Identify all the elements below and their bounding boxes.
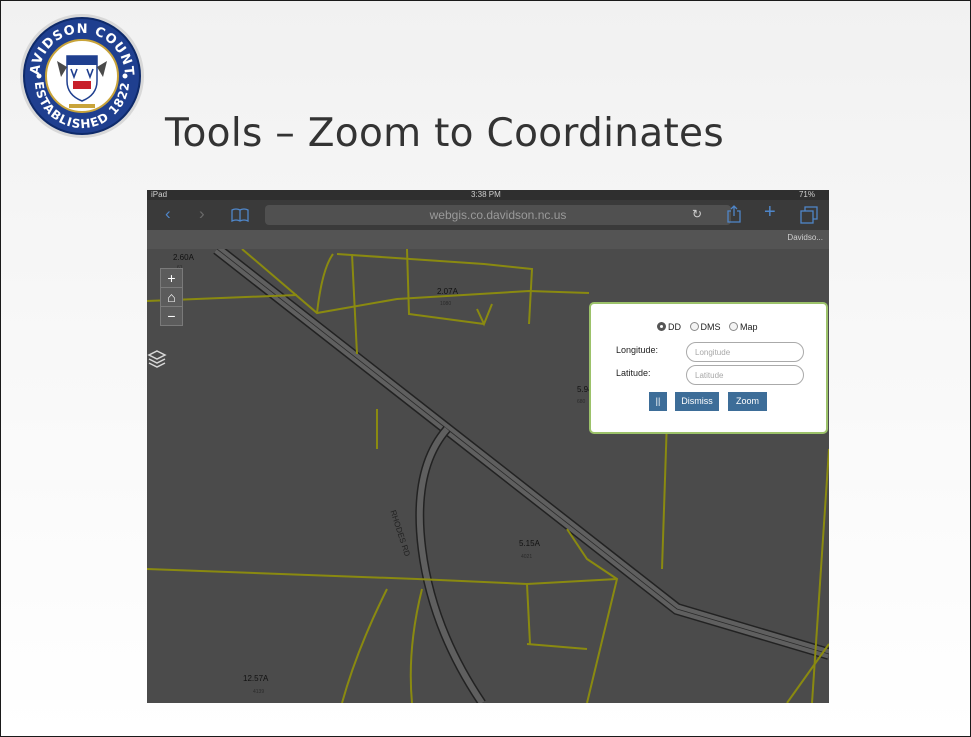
back-icon[interactable]: ‹ — [165, 204, 171, 224]
parcel-acreage: 2.60A — [173, 253, 194, 262]
zoom-button[interactable]: Zoom — [728, 392, 767, 411]
parcel-acreage: 2.07A — [437, 287, 458, 296]
radio-dd-label[interactable]: DD — [668, 322, 681, 332]
zoom-out-button[interactable]: − — [161, 307, 182, 325]
reload-icon[interactable]: ↻ — [692, 207, 702, 221]
home-button[interactable]: ⌂ — [161, 288, 182, 307]
county-seal-logo: DAVIDSON COUNTY ESTABLISHED 1822 — [17, 11, 144, 138]
tabs-icon[interactable] — [800, 206, 818, 224]
radio-dms[interactable] — [689, 322, 699, 332]
layers-icon[interactable] — [147, 349, 167, 369]
carrier-label: iPad — [151, 190, 168, 199]
clock-label: 3:38 PM — [471, 190, 501, 199]
parcel-acreage: 5.15A — [519, 539, 540, 548]
parcel-number: 1080 — [440, 301, 452, 307]
pause-button[interactable]: || — [649, 392, 667, 411]
radio-dms-label[interactable]: DMS — [701, 322, 721, 332]
latitude-label: Latitude: — [616, 368, 651, 378]
parcel-number: 4021 — [521, 554, 533, 560]
tab-strip: Davidso... — [147, 230, 829, 249]
ios-status-bar: iPad 3:38 PM 71% — [147, 190, 829, 200]
forward-icon[interactable]: › — [199, 204, 205, 224]
zoom-to-coordinates-dialog: DD DMS Map Longitude: Latitude: || Dismi… — [589, 302, 828, 434]
browser-tab[interactable]: Davidso... — [787, 233, 823, 242]
presentation-slide: DAVIDSON COUNTY ESTABLISHED 1822 Tools –… — [0, 0, 971, 737]
battery-label: 71% — [798, 190, 815, 199]
browser-toolbar: ‹ › webgis.co.davidson.nc.us ↻ + — [147, 200, 829, 230]
ipad-screenshot: iPad 3:38 PM 71% ‹ › webgis.co.davidson.… — [147, 190, 829, 703]
new-tab-icon[interactable]: + — [764, 202, 776, 222]
parcel-number: 4139 — [253, 689, 265, 695]
latitude-input[interactable] — [686, 365, 804, 385]
gis-map[interactable]: 2.60A 61 2.07A 1080 5.94 680 5.15A 4021 … — [147, 249, 829, 703]
radio-dd[interactable] — [657, 322, 666, 332]
parcel-number: 680 — [577, 399, 586, 405]
share-icon[interactable] — [727, 205, 741, 223]
coordinate-format-options: DD DMS Map — [657, 322, 764, 332]
url-text: webgis.co.davidson.nc.us — [429, 208, 567, 222]
radio-map[interactable] — [729, 322, 739, 332]
longitude-label: Longitude: — [616, 345, 659, 355]
slide-title: Tools – Zoom to Coordinates — [165, 111, 724, 156]
map-zoom-control: + ⌂ − — [160, 268, 183, 326]
zoom-in-button[interactable]: + — [161, 269, 182, 288]
radio-map-label[interactable]: Map — [740, 322, 758, 332]
address-bar[interactable]: webgis.co.davidson.nc.us — [265, 205, 731, 225]
longitude-input[interactable] — [686, 342, 804, 362]
parcel-acreage: 12.57A — [243, 674, 269, 683]
bookmarks-icon[interactable] — [231, 208, 249, 222]
dismiss-button[interactable]: Dismiss — [675, 392, 719, 411]
